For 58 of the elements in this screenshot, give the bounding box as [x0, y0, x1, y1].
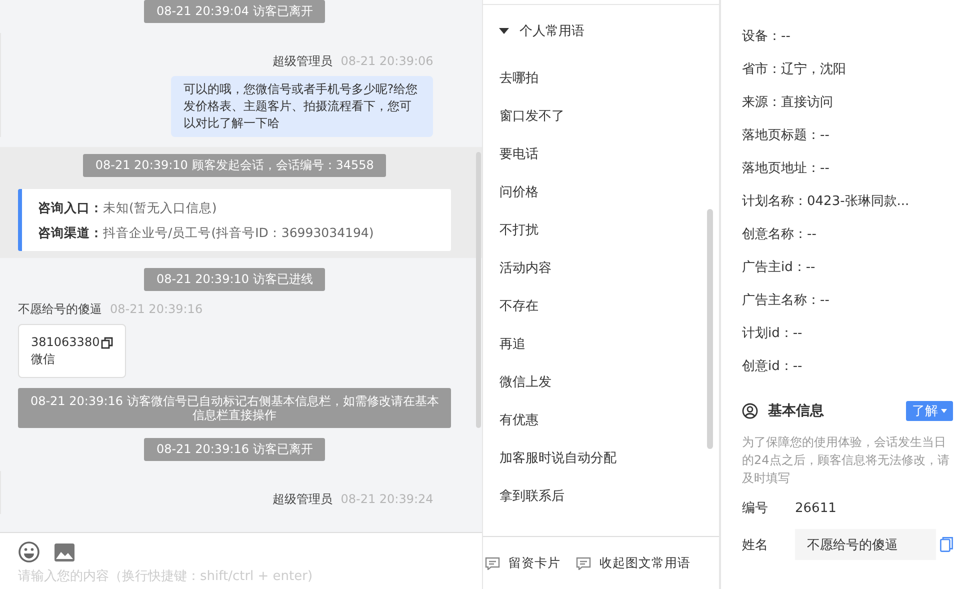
message-time: 08-21 20:39:06	[340, 54, 434, 68]
visitor-field: 创意id：--	[742, 350, 953, 383]
visitor-field: 落地页标题：--	[742, 119, 953, 152]
info-value: 抖音企业号/员工号(抖音号ID：36993034194)	[103, 225, 374, 240]
visitor-field: 创意名称：--	[742, 218, 953, 251]
emoji-icon[interactable]	[18, 541, 40, 563]
system-notice: 08-21 20:39:16 访客微信号已自动标记右侧基本信息栏，如需修改请在基本信息栏直接操作	[18, 388, 452, 428]
phrase-item[interactable]: 活动内容	[483, 250, 719, 288]
phrase-item[interactable]: 去哪拍	[483, 60, 719, 98]
visitor-field: 来源：直接访问	[742, 86, 953, 119]
message-bubble: 可以的哦，您微信号或者手机号多少呢?给您发价格表、主题客片、拍摄流程看下，您可以对比了解一下哈	[171, 76, 434, 137]
message-icon	[485, 556, 500, 570]
system-notice: 08-21 20:39:10 顾客发起会话，会话编号：34558	[83, 154, 386, 177]
sender-name: 超级管理员	[272, 53, 333, 70]
hint-text: 为了保障您的使用体验，会话发生当日的24点之后，顾客信息将无法修改，请及时填写	[742, 434, 950, 487]
phrase-item[interactable]: 微信上发	[483, 364, 719, 402]
info-label: 咨询渠道：	[38, 225, 103, 240]
phrase-item[interactable]: 问价格	[483, 174, 719, 212]
name-field[interactable]: 不愿给号的傻逼	[795, 529, 936, 560]
phrase-item[interactable]: 不存在	[483, 288, 719, 326]
footer-action[interactable]: 收起图文常用语	[576, 554, 690, 572]
section-title: 基本信息	[768, 402, 824, 420]
phrase-item[interactable]: 要电话	[483, 136, 719, 174]
scrollbar[interactable]	[476, 152, 482, 428]
contact-number: 381063380	[31, 334, 100, 351]
field-value: 26611	[795, 500, 836, 516]
contact-type: 微信	[31, 351, 56, 368]
visitor-field: 落地页地址：--	[742, 152, 953, 185]
info-label: 咨询入口：	[38, 200, 103, 215]
visitor-field: 广告主id：--	[742, 251, 953, 284]
footer-action[interactable]: 留资卡片	[485, 554, 560, 572]
phrase-item[interactable]: 不打扰	[483, 212, 719, 250]
system-notice: 08-21 20:39:04 访客已离开	[144, 0, 325, 23]
visitor-field: 省市：辽宁，沈阳	[742, 53, 953, 86]
visitor-field: 计划名称：0423-张琳同款...	[742, 185, 953, 218]
phrase-item[interactable]: 加客服时说自动分配	[483, 440, 719, 478]
field-label: 姓名	[742, 536, 769, 554]
visitor-field: 计划id：--	[742, 317, 953, 350]
visitor-field: 广告主名称：--	[742, 284, 953, 317]
sender-name: 超级管理员	[272, 491, 333, 508]
info-value: 未知(暂无入口信息)	[103, 200, 217, 215]
scrollbar[interactable]	[707, 209, 713, 449]
image-icon[interactable]	[54, 542, 75, 562]
system-notice: 08-21 20:39:16 访客已离开	[144, 438, 325, 461]
message-time: 08-21 20:39:16	[110, 302, 203, 316]
phrase-item[interactable]: 再追	[483, 326, 719, 364]
user-icon	[742, 403, 758, 419]
visitor-field: 设备：--	[742, 20, 953, 53]
sender-name: 不愿给号的傻逼	[18, 301, 102, 318]
message-icon	[576, 556, 592, 570]
caret-icon	[941, 409, 947, 413]
phrase-item[interactable]: 窗口发不了	[483, 98, 719, 136]
message-time: 08-21 20:39:24	[340, 492, 434, 506]
field-label: 编号	[742, 500, 769, 517]
copy-icon[interactable]	[100, 336, 113, 348]
system-notice: 08-21 20:39:10 访客已进线	[144, 268, 325, 291]
phrase-item[interactable]: 有优惠	[483, 402, 719, 440]
phrase-item[interactable]: 拿到联系后	[483, 478, 719, 516]
